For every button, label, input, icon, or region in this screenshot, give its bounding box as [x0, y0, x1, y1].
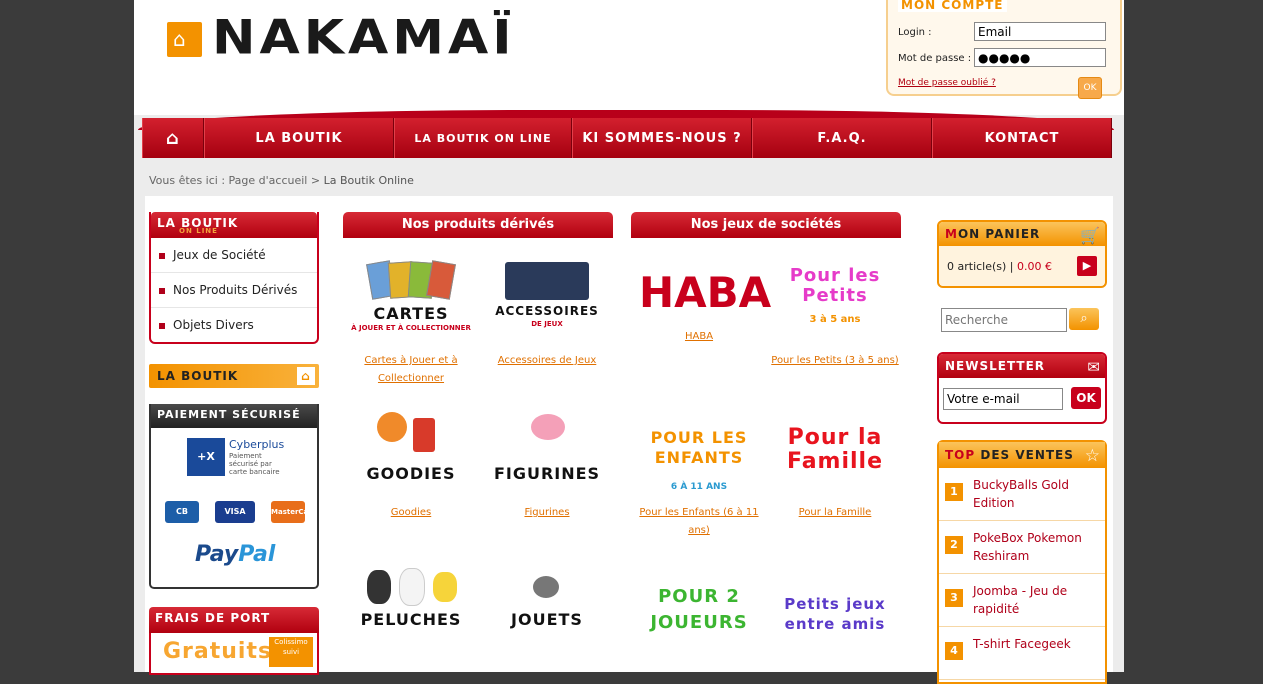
search-input[interactable]	[941, 308, 1067, 332]
cart-block: MON PANIER 🛒 0 article(s) | 0.00 € ▶	[937, 220, 1107, 288]
product-jouets[interactable]: JOUETS	[479, 568, 615, 658]
figurines-image: FIGURINES	[487, 410, 607, 500]
breadcrumb-prefix: Vous êtes ici :	[149, 174, 229, 187]
nav-ki-sommes-nous[interactable]: KI SOMMES-NOUS ?	[572, 118, 752, 158]
forgot-password-link[interactable]: Mot de passe oublié ?	[898, 78, 996, 88]
shipping-block: FRAIS DE PORT Gratuits Colissimo suivi	[149, 607, 319, 675]
top-sales-item[interactable]: 1 BuckyBalls Gold Edition	[939, 468, 1105, 521]
breadcrumb-home-link[interactable]: Page d'accueil	[229, 174, 308, 187]
shop-icon: ⌂	[297, 367, 315, 385]
bullet-icon	[159, 322, 165, 329]
search-button[interactable]: ⌕	[1069, 308, 1099, 330]
newsletter-block: NEWSLETTER✉ OK	[937, 352, 1107, 424]
product-haba[interactable]: HABA HABA	[631, 258, 772, 346]
entre-amis-logo: Petits jeux entre amis	[784, 595, 886, 633]
cyberplus-logo: +X Cyberplus Paiement sécurisé par carte…	[187, 438, 284, 478]
search-icon: ⌕	[1080, 311, 1088, 326]
cart-go-button[interactable]: ▶	[1077, 256, 1097, 276]
product-figurines[interactable]: FIGURINES Figurines	[479, 410, 615, 522]
famille-logo: Pour la Famille	[786, 425, 884, 474]
top-sales-item[interactable]: 3 Joomba - Jeu de rapidité	[939, 574, 1105, 627]
product-enfants[interactable]: POUR LES ENFANTS 6 À 11 ANS Pour les Enf…	[631, 418, 767, 540]
petits-logo: Pour les Petits 3 à 5 ans	[789, 265, 881, 326]
cart-summary: 0 article(s) | 0.00 €	[947, 260, 1053, 273]
newsletter-email-input[interactable]	[943, 388, 1063, 410]
goodies-image: GOODIES	[351, 410, 471, 500]
main-column: Nos produits dérivés Nos jeux de société…	[335, 196, 919, 672]
payment-title: PAIEMENT SÉCURISÉ	[151, 404, 317, 428]
header: ⌂ NAKAMAÏ MON COMPTE Login : Mot de pass…	[134, 0, 1124, 115]
top-sales-item[interactable]: 2 PokeBox Pokemon Reshiram	[939, 521, 1105, 574]
password-input[interactable]	[974, 48, 1106, 67]
page: ⌂ NAKAMAÏ MON COMPTE Login : Mot de pass…	[134, 0, 1124, 684]
product-2-joueurs[interactable]: POUR 2 JOUEURS	[631, 580, 767, 670]
visa-card-icon: VISA	[215, 501, 255, 523]
boutik-banner[interactable]: LA BOUTIK ⌂	[149, 364, 319, 388]
nav-faq[interactable]: F.A.Q.	[752, 118, 932, 158]
product-accessoires[interactable]: ACCESSOIRES DE JEUX Accessoires de Jeux	[479, 258, 615, 370]
login-input[interactable]	[974, 22, 1106, 41]
product-cartes[interactable]: CARTES À JOUER ET À COLLECTIONNER Cartes…	[343, 258, 479, 388]
cartes-image: CARTES À JOUER ET À COLLECTIONNER	[351, 258, 471, 348]
product-entre-amis[interactable]: Petits jeux entre amis	[767, 580, 903, 670]
mastercard-icon: MasterCard	[271, 501, 317, 523]
breadcrumb-current: La Boutik Online	[323, 174, 414, 187]
boutik-menu: LA BOUTIK ON LINE Jeux de Société Nos Pro…	[149, 212, 319, 344]
peluches-image: PELUCHES	[351, 568, 471, 658]
top-sales-block: TOP DES VENTES ☆ 1 BuckyBalls Gold Edition…	[937, 440, 1107, 684]
breadcrumb: Vous êtes ici : Page d'accueil > La Bout…	[149, 174, 414, 187]
colissimo-icon: Colissimo suivi	[269, 637, 313, 667]
jouets-image: JOUETS	[487, 568, 607, 658]
logo-icon[interactable]: ⌂	[167, 22, 202, 57]
left-sidebar: LA BOUTIK ON LINE Jeux de Société Nos Pro…	[149, 212, 319, 675]
cart-title: MON PANIER 🛒	[939, 222, 1105, 246]
account-title: MON COMPTE	[898, 0, 1007, 12]
derived-products-header: Nos produits dérivés	[343, 212, 613, 238]
cb-card-icon: CB	[165, 501, 199, 523]
content: LA BOUTIK ON LINE Jeux de Société Nos Pro…	[145, 196, 1113, 684]
login-label: Login :	[898, 27, 932, 38]
payment-block: PAIEMENT SÉCURISÉ +X Cyberplus Paiement …	[149, 404, 319, 589]
category-produits-derives[interactable]: Nos Produits Dérivés	[151, 273, 317, 308]
nav-boutik-online[interactable]: LA BOUTIK ON LINE	[394, 118, 572, 158]
nav-kontact[interactable]: KONTACT	[932, 118, 1112, 158]
product-famille[interactable]: Pour la Famille Pour la Famille	[767, 418, 903, 522]
newsletter-title: NEWSLETTER ✉	[939, 354, 1105, 378]
login-ok-button[interactable]: OK	[1078, 77, 1102, 99]
product-peluches[interactable]: PELUCHES	[343, 568, 479, 658]
board-games-header: Nos jeux de sociétés	[631, 212, 901, 238]
banque-populaire-icon: +X	[187, 438, 225, 476]
boutik-menu-title: LA BOUTIK ON LINE	[151, 212, 317, 238]
bullet-icon	[159, 252, 165, 259]
star-icon: ☆	[1084, 446, 1101, 466]
shipping-title: FRAIS DE PORT	[149, 607, 319, 633]
accessoires-image: ACCESSOIRES DE JEUX	[487, 258, 607, 348]
nav-la-boutik[interactable]: LA BOUTIK	[204, 118, 394, 158]
home-icon: ⌂	[166, 127, 180, 149]
product-goodies[interactable]: GOODIES Goodies	[343, 410, 479, 522]
main-nav: ⌂ LA BOUTIK LA BOUTIK ON LINE KI SOMMES-…	[134, 104, 1124, 158]
product-petits[interactable]: Pour les Petits 3 à 5 ans Pour les Petit…	[767, 258, 903, 370]
nav-home[interactable]: ⌂	[142, 118, 204, 158]
haba-logo: HABA	[639, 268, 772, 317]
mail-icon: ✉	[1087, 358, 1101, 376]
right-sidebar: MON PANIER🛒 0 article(s) | 0.00 € ▶ ⌕ NE…	[937, 220, 1107, 684]
bullet-icon	[159, 287, 165, 294]
paypal-logo: PayPal	[195, 542, 276, 567]
category-objets-divers[interactable]: Objets Divers	[151, 308, 317, 342]
card-logos: CB VISA MasterCard	[165, 501, 317, 523]
top-sales-item[interactable]: 4 T-shirt Facegeek	[939, 627, 1105, 680]
category-jeux-de-societe[interactable]: Jeux de Société	[151, 238, 317, 273]
cart-icon: 🛒	[1080, 226, 1101, 245]
password-label: Mot de passe :	[898, 53, 972, 64]
site-logo[interactable]: NAKAMAÏ	[212, 11, 516, 65]
newsletter-ok-button[interactable]: OK	[1071, 387, 1101, 409]
top-sales-title: TOP DES VENTES ☆	[939, 442, 1105, 468]
enfants-logo: POUR LES ENFANTS 6 À 11 ANS	[650, 428, 748, 492]
account-panel: MON COMPTE Login : Mot de passe : Mot de…	[886, 0, 1122, 99]
deux-joueurs-logo: POUR 2 JOUEURS	[650, 586, 748, 633]
breadcrumb-separator: >	[307, 174, 324, 187]
free-shipping-text: Gratuits	[163, 639, 273, 664]
